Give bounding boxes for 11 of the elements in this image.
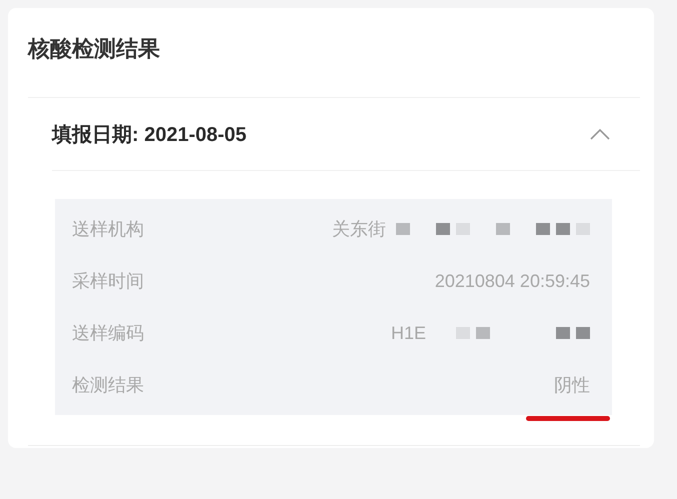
field-label: 采样时间 [72, 270, 144, 293]
card-title: 核酸检测结果 [28, 8, 640, 98]
field-label: 检测结果 [72, 374, 144, 397]
field-value: 关东街 [332, 218, 386, 241]
field-label: 送样编码 [72, 322, 144, 345]
chevron-up-icon[interactable] [590, 128, 610, 140]
field-value: H1E [390, 322, 426, 344]
record-header[interactable]: 填报日期: 2021-08-05 [52, 98, 640, 171]
field-label: 送样机构 [72, 218, 144, 241]
field-value: 阴性 [554, 374, 590, 397]
field-value: 20210804 20:59:45 [434, 270, 590, 292]
